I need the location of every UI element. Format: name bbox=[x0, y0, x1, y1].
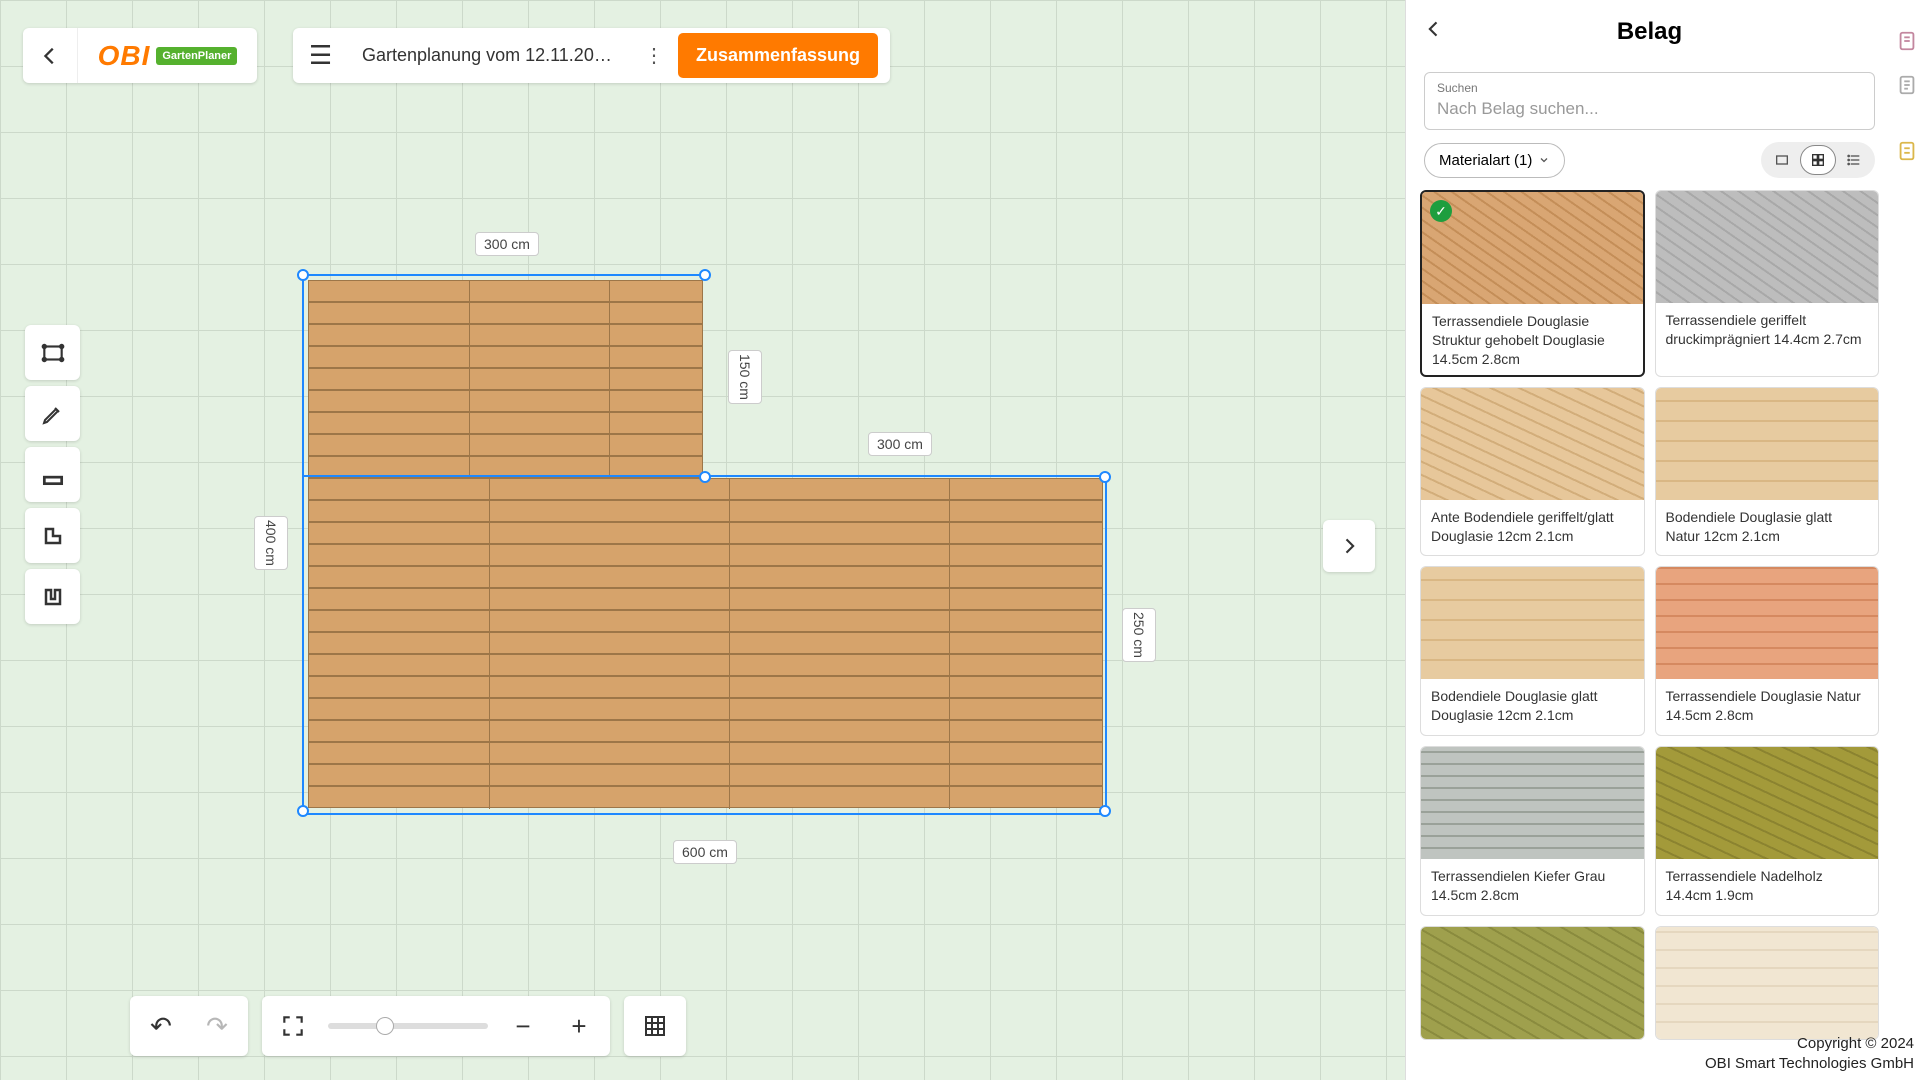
search-input[interactable] bbox=[1437, 99, 1862, 119]
material-name: Terrassendielen Kiefer Grau 14.5cm 2.8cm bbox=[1421, 859, 1644, 915]
dimension-label-right-lower: 250 cm bbox=[1122, 608, 1156, 662]
view-large-button[interactable] bbox=[1764, 145, 1800, 175]
hamburger-menu-button[interactable]: ☰ bbox=[293, 40, 348, 71]
check-icon: ✓ bbox=[1430, 200, 1452, 222]
dimension-label-right-middle: 300 cm bbox=[868, 432, 932, 456]
search-field-wrap[interactable]: Suchen bbox=[1424, 72, 1875, 130]
material-item[interactable]: Bodendiele Douglasie glatt Douglasie 12c… bbox=[1420, 566, 1645, 736]
material-name: Bodendiele Douglasie glatt Douglasie 12c… bbox=[1421, 679, 1644, 735]
resize-handle[interactable] bbox=[297, 269, 309, 281]
search-label: Suchen bbox=[1437, 81, 1862, 95]
view-list-button[interactable] bbox=[1836, 145, 1872, 175]
tool-u-shape[interactable] bbox=[25, 569, 80, 624]
zoom-slider[interactable] bbox=[328, 1023, 488, 1029]
material-thumbnail bbox=[1656, 927, 1879, 1039]
redo-button[interactable]: ↷ bbox=[196, 1005, 238, 1047]
resize-handle[interactable] bbox=[1099, 805, 1111, 817]
copyright-line: Copyright © 2024 bbox=[1705, 1034, 1914, 1054]
material-item[interactable]: Bodendiele Douglasie glatt Natur 12cm 2.… bbox=[1655, 387, 1880, 557]
material-thumbnail bbox=[1422, 192, 1643, 304]
resize-handle[interactable] bbox=[297, 805, 309, 817]
copyright-line: OBI Smart Technologies GmbH bbox=[1705, 1054, 1914, 1074]
filter-chip-label: Materialart (1) bbox=[1439, 152, 1532, 169]
material-thumbnail bbox=[1421, 388, 1644, 500]
rail-list-icon[interactable] bbox=[1896, 140, 1918, 162]
left-toolbar bbox=[25, 325, 80, 624]
material-thumbnail bbox=[1656, 191, 1879, 303]
material-item[interactable]: Terrassendielen Kiefer Grau 14.5cm 2.8cm bbox=[1420, 746, 1645, 916]
material-item[interactable]: Terrassendiele Douglasie Struktur gehobe… bbox=[1420, 190, 1645, 377]
bottom-toolbar: ↶ ↷ − + bbox=[130, 996, 686, 1056]
material-item[interactable]: Terrassendiele Douglasie Natur 14.5cm 2.… bbox=[1655, 566, 1880, 736]
material-name: Terrassendiele Douglasie Struktur gehobe… bbox=[1422, 304, 1643, 377]
material-thumbnail bbox=[1421, 927, 1644, 1039]
header-logo-card: OBI GartenPlaner bbox=[23, 28, 257, 83]
tool-l-shape[interactable] bbox=[25, 508, 80, 563]
zoom-in-button[interactable]: + bbox=[558, 1005, 600, 1047]
resize-handle[interactable] bbox=[699, 269, 711, 281]
decking-shape[interactable] bbox=[308, 280, 1102, 807]
material-thumbnail bbox=[1421, 747, 1644, 859]
material-name: Terrassendiele geriffelt druckimprägnier… bbox=[1656, 303, 1879, 359]
panel-back-button[interactable] bbox=[1424, 19, 1444, 45]
dimension-label-left: 400 cm bbox=[254, 516, 288, 570]
undo-button[interactable]: ↶ bbox=[140, 1005, 182, 1047]
material-name: Bodendiele Douglasie glatt Natur 12cm 2.… bbox=[1656, 500, 1879, 556]
resize-handle[interactable] bbox=[699, 471, 711, 483]
planner-canvas[interactable]: OBI GartenPlaner ☰ Gartenplanung vom 12.… bbox=[0, 0, 1405, 1080]
title-bar: ☰ Gartenplanung vom 12.11.2024 1... ⋮ Zu… bbox=[293, 28, 890, 83]
fit-view-button[interactable] bbox=[272, 1005, 314, 1047]
view-toggle bbox=[1761, 142, 1875, 178]
chevron-down-icon bbox=[1538, 154, 1550, 166]
tool-shape-rect[interactable] bbox=[25, 325, 80, 380]
rail-clipboard-icon[interactable] bbox=[1896, 74, 1918, 96]
rail-notes-icon[interactable] bbox=[1896, 30, 1918, 52]
material-name: Terrassendiele Nadelholz 14.4cm 1.9cm bbox=[1656, 859, 1879, 915]
view-grid-button[interactable] bbox=[1800, 145, 1836, 175]
material-grid[interactable]: Terrassendiele Douglasie Struktur gehobe… bbox=[1406, 190, 1893, 1080]
summary-button[interactable]: Zusammenfassung bbox=[678, 33, 878, 78]
material-thumbnail bbox=[1656, 747, 1879, 859]
material-item[interactable] bbox=[1420, 926, 1645, 1040]
zoom-out-button[interactable]: − bbox=[502, 1005, 544, 1047]
brand-logo: OBI GartenPlaner bbox=[78, 40, 257, 72]
filter-chip-material[interactable]: Materialart (1) bbox=[1424, 143, 1565, 178]
grid-toggle-button[interactable] bbox=[634, 1005, 676, 1047]
material-item[interactable]: Ante Bodendiele geriffelt/glatt Douglasi… bbox=[1420, 387, 1645, 557]
right-rail bbox=[1893, 0, 1920, 1080]
gartenplaner-badge: GartenPlaner bbox=[156, 47, 237, 65]
more-options-button[interactable]: ⋮ bbox=[634, 43, 674, 68]
back-button[interactable] bbox=[23, 28, 78, 83]
material-item[interactable]: Terrassendiele geriffelt druckimprägnier… bbox=[1655, 190, 1880, 377]
dimension-label-right-upper: 150 cm bbox=[728, 350, 762, 404]
material-thumbnail bbox=[1656, 388, 1879, 500]
tool-pen[interactable] bbox=[25, 386, 80, 441]
material-name: Terrassendiele Douglasie Natur 14.5cm 2.… bbox=[1656, 679, 1879, 735]
dimension-label-top: 300 cm bbox=[475, 232, 539, 256]
panel-title: Belag bbox=[1444, 18, 1855, 46]
material-thumbnail bbox=[1656, 567, 1879, 679]
obi-logo-text: OBI bbox=[98, 40, 151, 72]
material-item[interactable]: Terrassendiele Nadelholz 14.4cm 1.9cm bbox=[1655, 746, 1880, 916]
tool-rect-simple[interactable] bbox=[25, 447, 80, 502]
material-thumbnail bbox=[1421, 567, 1644, 679]
material-name: Ante Bodendiele geriffelt/glatt Douglasi… bbox=[1421, 500, 1644, 556]
material-item[interactable] bbox=[1655, 926, 1880, 1040]
panel-collapse-button[interactable] bbox=[1323, 520, 1375, 572]
project-title[interactable]: Gartenplanung vom 12.11.2024 1... bbox=[348, 45, 634, 66]
material-panel: Belag Suchen Materialart (1) Terrassendi… bbox=[1405, 0, 1893, 1080]
dimension-label-bottom: 600 cm bbox=[673, 840, 737, 864]
copyright-notice: Copyright © 2024 OBI Smart Technologies … bbox=[1705, 1034, 1914, 1075]
resize-handle[interactable] bbox=[1099, 471, 1111, 483]
